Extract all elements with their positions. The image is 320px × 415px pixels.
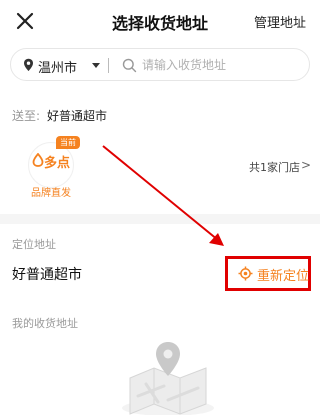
deliver-store-name: 好普通超市 [47,109,108,123]
city-selector[interactable]: 温州市 [38,57,77,76]
address-search-bar: 温州市 [10,48,310,81]
search-icon [122,58,137,73]
current-badge: 当前 [56,136,80,149]
logo-text: 多点 [44,156,71,171]
chevron-right-icon[interactable]: > [301,158,311,172]
target-icon[interactable] [238,266,253,281]
deliver-to-label: 送至: [12,109,41,123]
divider [108,58,109,73]
caret-down-icon[interactable] [92,63,100,68]
my-address-section-title: 我的收货地址 [12,317,78,330]
location-section-title: 定位地址 [12,238,56,251]
pin-icon [24,58,33,71]
relocate-button[interactable]: 重新定位 [257,265,309,284]
manage-address-link[interactable]: 管理地址 [254,12,306,31]
map-pin-icon [122,342,214,415]
brand-tag: 品牌直发 [31,188,71,199]
location-address-name[interactable]: 好普通超市 [12,264,82,284]
drop-logo-icon [32,153,44,167]
store-count-link[interactable]: 共1家门店 [249,159,300,175]
section-divider [0,214,320,224]
address-search-input[interactable] [142,56,292,74]
header: 选择收货地址 管理地址 [0,0,320,42]
